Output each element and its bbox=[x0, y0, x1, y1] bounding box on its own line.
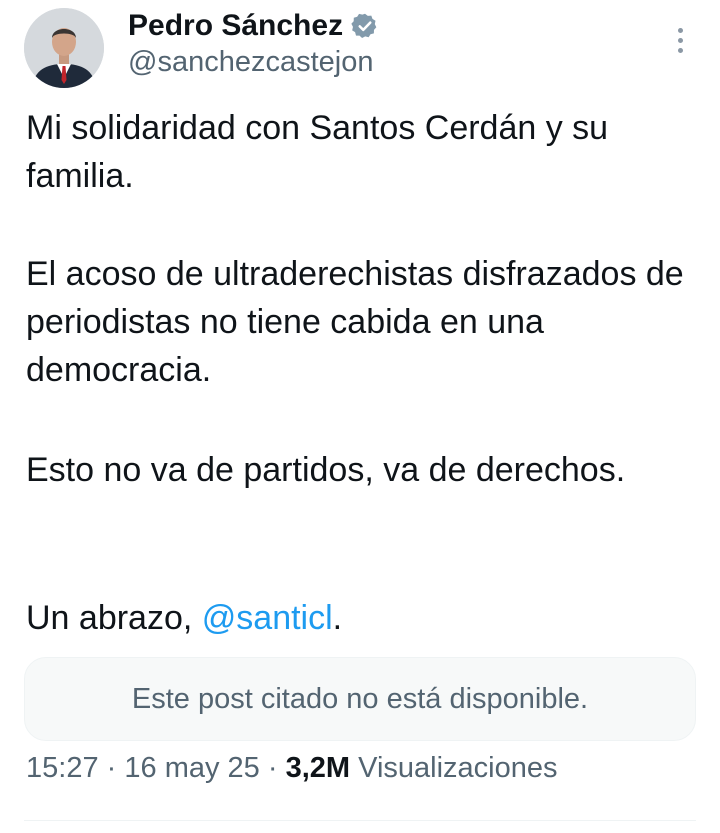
tweet: Pedro Sánchez @sanchezcastejon Mi solida… bbox=[0, 0, 720, 833]
tweet-paragraph-2: El acoso de ultraderechistas disfrazados… bbox=[26, 255, 684, 389]
verified-badge-icon bbox=[351, 12, 379, 40]
meta-separator: · bbox=[106, 752, 117, 784]
author-name-row: Pedro Sánchez bbox=[128, 6, 379, 46]
mention-link[interactable]: @santicl bbox=[202, 599, 333, 637]
divider bbox=[24, 820, 696, 821]
avatar[interactable] bbox=[24, 8, 104, 88]
author-name[interactable]: Pedro Sánchez bbox=[128, 9, 343, 43]
tweet-paragraph-3: Esto no va de partidos, va de derechos. bbox=[26, 451, 626, 489]
tweet-paragraph-4: Un abrazo, @santicl. bbox=[26, 594, 696, 642]
tweet-time[interactable]: 15:27 bbox=[26, 752, 99, 784]
tweet-paragraph-4-prefix: Un abrazo, bbox=[26, 599, 202, 637]
tweet-paragraph-4-suffix: . bbox=[332, 599, 343, 637]
views-count: 3,2M bbox=[285, 752, 351, 784]
tweet-date[interactable]: 16 may 25 bbox=[124, 752, 259, 784]
meta-separator: · bbox=[267, 752, 278, 784]
tweet-paragraph-1: Mi solidaridad con Santos Cerdán y su fa… bbox=[26, 109, 609, 195]
views-label[interactable]: Visualizaciones bbox=[358, 752, 557, 784]
author-handle[interactable]: @sanchezcastejon bbox=[128, 46, 373, 79]
quoted-post-unavailable: Este post citado no está disponible. bbox=[24, 657, 696, 741]
profile-photo-icon bbox=[24, 8, 104, 88]
tweet-meta: 15:27 · 16 may 25 · 3,2M Visualizaciones bbox=[26, 752, 558, 785]
quoted-post-text: Este post citado no está disponible. bbox=[131, 682, 589, 715]
more-options-icon[interactable] bbox=[664, 22, 696, 58]
